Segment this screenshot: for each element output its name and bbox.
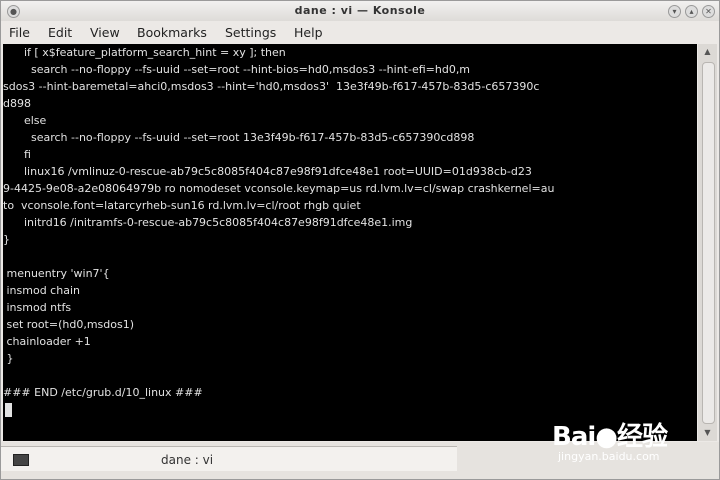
terminal-line: sdos3 --hint-baremetal=ahci0,msdos3 --hi…	[3, 80, 540, 93]
terminal-line: menuentry 'win7'{	[3, 267, 110, 280]
terminal-view[interactable]: if [ x$feature_platform_search_hint = xy…	[3, 44, 697, 441]
terminal-line: set root=(hd0,msdos1)	[3, 318, 134, 331]
scrollbar-handle[interactable]	[702, 62, 715, 424]
menu-help[interactable]: Help	[294, 25, 323, 40]
terminal-line: fi	[3, 148, 31, 161]
watermark-url: jingyan.baidu.com	[558, 450, 660, 463]
minimize-icon[interactable]: ▾	[668, 5, 681, 18]
menu-bar: File Edit View Bookmarks Settings Help	[1, 21, 719, 43]
terminal-line: search --no-floppy --fs-uuid --set=root …	[3, 63, 471, 76]
terminal-line: linux16 /vmlinuz-0-rescue-ab79c5c8085f40…	[3, 165, 532, 178]
tab-label: dane : vi	[161, 453, 214, 467]
terminal-line: insmod ntfs	[3, 301, 72, 314]
menu-edit[interactable]: Edit	[48, 25, 72, 40]
terminal-line: 9-4425-9e08-a2e08064979b ro nomodeset vc…	[3, 182, 555, 195]
scroll-up-icon[interactable]: ▲	[701, 46, 714, 58]
vertical-scrollbar[interactable]: ▲ ▼	[698, 44, 717, 441]
baidu-watermark: Bai●经验 jingyan.baidu.com	[552, 402, 712, 464]
terminal-line: }	[3, 352, 14, 365]
text-cursor	[5, 403, 12, 417]
menu-view[interactable]: View	[90, 25, 120, 40]
terminal-line: d898	[3, 97, 31, 110]
terminal-line: else	[3, 114, 47, 127]
terminal-icon	[13, 454, 29, 466]
terminal-line: initrd16 /initramfs-0-rescue-ab79c5c8085…	[3, 216, 413, 229]
tab-session[interactable]: dane : vi	[1, 446, 457, 471]
terminal-line: chainloader +1	[3, 335, 91, 348]
menu-file[interactable]: File	[9, 25, 30, 40]
terminal-line: to vconsole.font=latarcyrheb-sun16 rd.lv…	[3, 199, 361, 212]
maximize-icon[interactable]: ▴	[685, 5, 698, 18]
terminal-line: }	[3, 233, 10, 246]
menu-settings[interactable]: Settings	[225, 25, 276, 40]
terminal-line: search --no-floppy --fs-uuid --set=root …	[3, 131, 475, 144]
watermark-logo: Bai●经验	[552, 422, 668, 452]
window-title: dane : vi — Konsole	[294, 4, 426, 17]
terminal-line: if [ x$feature_platform_search_hint = xy…	[3, 46, 286, 59]
terminal-line: ### END /etc/grub.d/10_linux ###	[3, 386, 203, 399]
terminal-line: insmod chain	[3, 284, 80, 297]
title-bar[interactable]: ● dane : vi — Konsole ▾ ▴ ✕	[1, 1, 719, 21]
menu-bookmarks[interactable]: Bookmarks	[137, 25, 207, 40]
close-icon[interactable]: ✕	[702, 5, 715, 18]
